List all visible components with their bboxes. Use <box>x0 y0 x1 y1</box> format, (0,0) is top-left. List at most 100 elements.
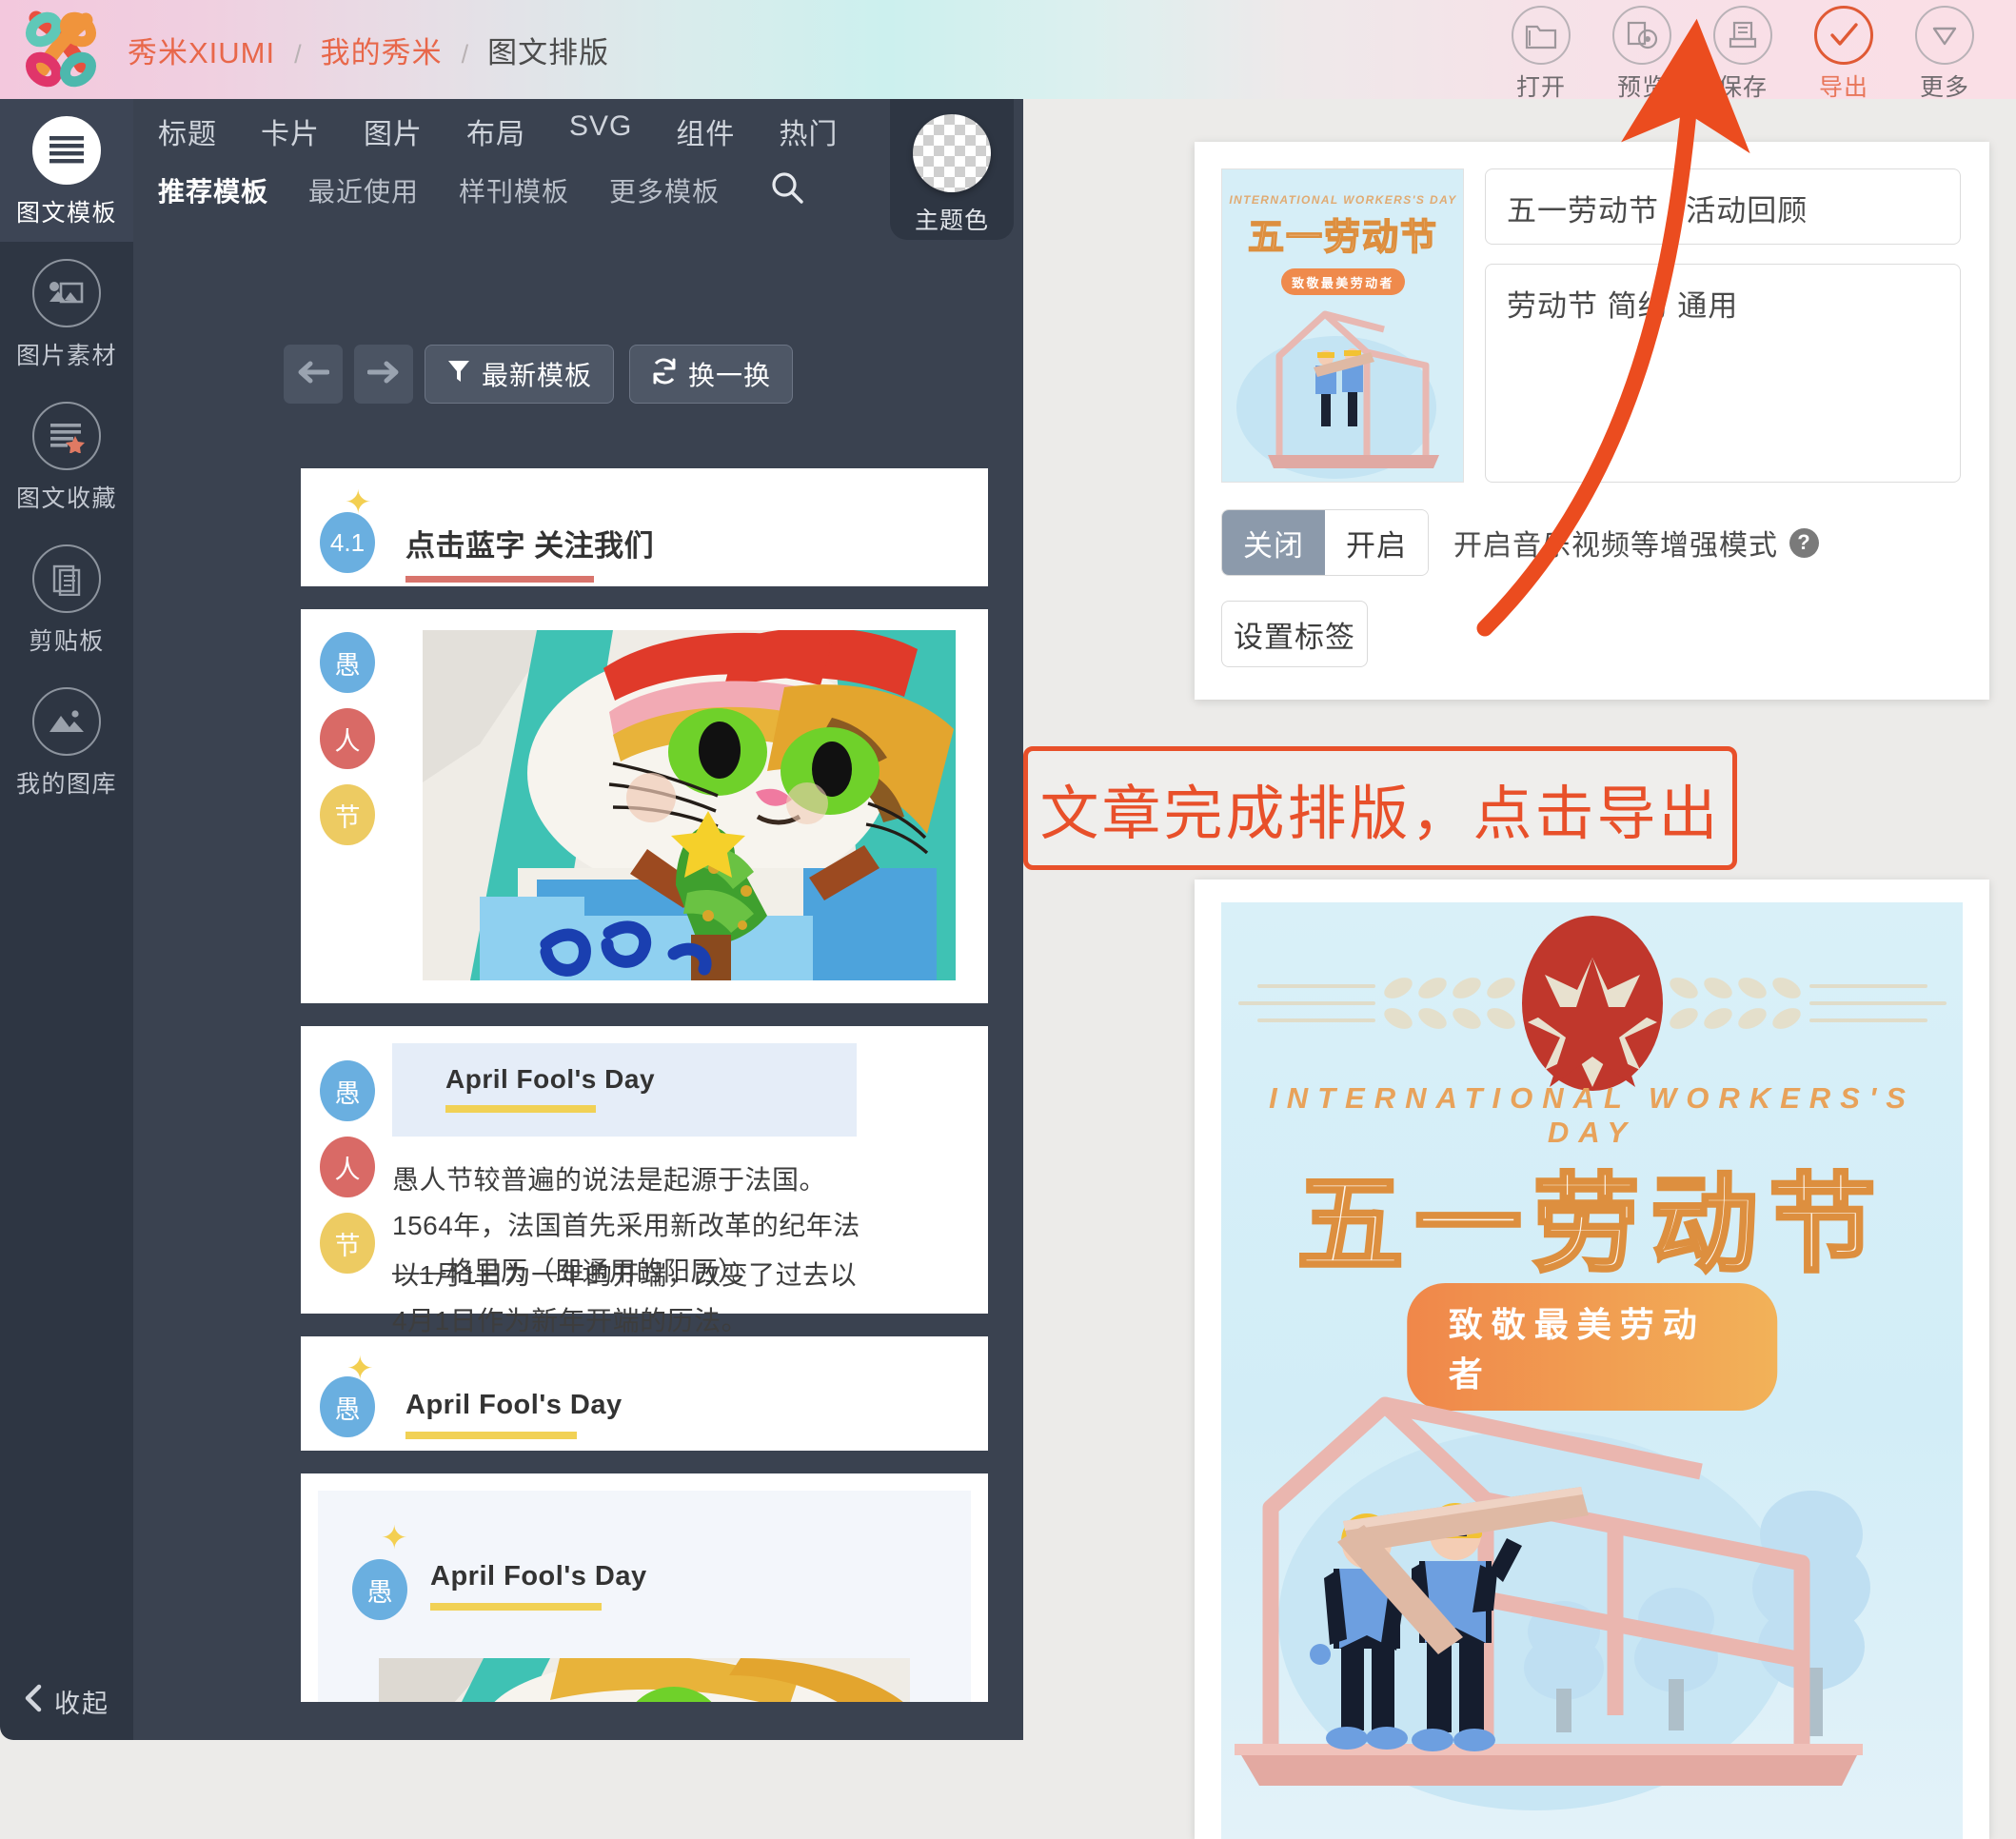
subtab-recent[interactable]: 最近使用 <box>308 171 419 209</box>
enhance-mode-toggle[interactable]: 关闭 开启 <box>1221 509 1429 576</box>
right-stage: INTERNATIONAL WORKERS'S DAY 五一劳动节 致敬最美劳动… <box>1023 99 2016 1839</box>
sidebar-item-images[interactable]: 图片素材 <box>0 242 133 385</box>
more-button[interactable]: 更多 <box>1906 4 1984 103</box>
sidebar-label-templates: 图文模板 <box>15 200 117 227</box>
article-title-input[interactable]: 五一劳动节 | 活动回顾 <box>1485 168 1961 245</box>
export-button[interactable]: 导出 <box>1805 4 1883 103</box>
tab-component[interactable]: 组件 <box>676 110 735 152</box>
annotation-box: 文章完成排版，点击导出 <box>1023 746 1737 870</box>
title-underline <box>405 1432 577 1439</box>
set-tag-button[interactable]: 设置标签 <box>1221 601 1368 667</box>
breadcrumb-separator: / <box>294 39 302 69</box>
sidebar-item-templates[interactable]: 图文模板 <box>0 99 133 242</box>
card-badge: 愚 <box>320 632 375 693</box>
subtab-sample[interactable]: 样刊模板 <box>459 171 569 209</box>
svg-text:INTERNATIONAL WORKERS'S DAY: INTERNATIONAL WORKERS'S DAY <box>1229 193 1456 207</box>
tab-image[interactable]: 图片 <box>364 110 423 152</box>
template-card[interactable]: 愚 人 节 <box>301 609 988 1003</box>
card-badge: 节 <box>320 1213 375 1274</box>
cat-painting-image <box>379 1658 910 1702</box>
sparkle-icon: ✦ <box>345 484 372 521</box>
question-mark-icon[interactable]: ? <box>1789 527 1819 558</box>
sidebar-label-clipboard: 剪贴板 <box>29 628 105 655</box>
article-thumbnail[interactable]: INTERNATIONAL WORKERS'S DAY 五一劳动节 致敬最美劳动… <box>1221 168 1464 483</box>
sparkle-icon: ✦ <box>346 1351 374 1387</box>
save-icon <box>1713 6 1772 65</box>
picture-icon <box>32 259 101 327</box>
article-tags-input[interactable]: 劳动节 简约 通用 <box>1485 264 1961 483</box>
template-card[interactable]: 愚 人 节 April Fool's Day 愚人节较普遍的说法是起源于法国。1… <box>301 1026 988 1335</box>
breadcrumb-separator: / <box>461 39 469 69</box>
article-fields: 五一劳动节 | 活动回顾 劳动节 简约 通用 <box>1485 168 1961 483</box>
chevron-left-icon <box>24 1684 43 1719</box>
panel-header: 标题 卡片 图片 布局 SVG 组件 热门 推荐模板 最近使用 样刊模板 更多模… <box>133 99 890 228</box>
preview-button[interactable]: 预览 <box>1603 4 1681 103</box>
sidebar-item-favorites[interactable]: 图文收藏 <box>0 385 133 527</box>
template-card[interactable]: ✦ 4.1 点击蓝字 关注我们 <box>301 468 988 586</box>
tab-layout[interactable]: 布局 <box>466 110 525 152</box>
sidebar-item-gallery[interactable]: 我的图库 <box>0 670 133 813</box>
cat-painting-image <box>423 630 956 980</box>
sidebar-item-clipboard[interactable]: 剪贴板 <box>0 527 133 670</box>
tab-hot[interactable]: 热门 <box>779 110 838 152</box>
two-workers-house-frame-illustration <box>1235 1396 1870 1810</box>
sidebar-label-gallery: 我的图库 <box>15 771 117 798</box>
open-label: 打开 <box>1515 74 1566 101</box>
red-star-wheat-emblem <box>1238 916 1947 1091</box>
tab-svg[interactable]: SVG <box>569 110 632 152</box>
funnel-icon <box>446 358 482 391</box>
more-label: 更多 <box>1919 74 1969 101</box>
search-icon[interactable] <box>769 169 805 210</box>
tab-title[interactable]: 标题 <box>158 110 217 152</box>
badge-column: 愚 人 节 <box>320 632 388 860</box>
template-card[interactable]: ✦ 愚 April Fool's Day <box>301 1336 988 1451</box>
app-header: 秀米XIUMI / 我的秀米 / 图文排版 打开 预览 保存 导出 更多 <box>0 0 2016 101</box>
article-settings-card: INTERNATIONAL WORKERS'S DAY 五一劳动节 致敬最美劳动… <box>1195 142 1989 700</box>
nav-back-button[interactable] <box>284 345 343 404</box>
card-title-block: April Fool's Day <box>392 1043 857 1137</box>
badge-column: 愚 人 节 <box>320 1060 388 1289</box>
lines-icon <box>32 116 101 185</box>
tab-card[interactable]: 卡片 <box>261 110 320 152</box>
card-paragraph: 以1月1日为一年的开端，改变了过去以4月1日作为新年开端的历法。 <box>392 1260 858 1336</box>
title-underline <box>430 1603 602 1611</box>
enhance-mode-row: 关闭 开启 开启音乐视频等增强模式 ? <box>1221 509 1961 576</box>
card-badge: 愚 <box>352 1559 407 1620</box>
shuffle-button[interactable]: 换一换 <box>629 345 794 404</box>
card-title: April Fool's Day <box>445 1064 656 1094</box>
breadcrumb-item-2[interactable]: 图文排版 <box>487 29 609 71</box>
xiumi-logo[interactable] <box>23 10 101 89</box>
top-toolbar: 打开 预览 保存 导出 更多 <box>1479 4 1984 103</box>
refresh-icon <box>651 358 688 391</box>
collapse-sidebar-button[interactable]: 收起 <box>0 1662 133 1740</box>
star-lines-icon <box>32 402 101 470</box>
toggle-off-option[interactable]: 关闭 <box>1222 510 1325 575</box>
subtab-recommended[interactable]: 推荐模板 <box>158 171 268 209</box>
svg-text:五一劳动节: 五一劳动节 <box>1248 216 1438 258</box>
card-badge: 人 <box>320 1137 375 1197</box>
nav-forward-button[interactable] <box>354 345 413 404</box>
save-label: 保存 <box>1717 74 1768 101</box>
collapse-label: 收起 <box>54 1689 109 1718</box>
chevron-down-icon <box>1915 6 1974 65</box>
poster-title-cn: 五一劳动节 <box>1295 1163 1888 1286</box>
template-card-list: ✦ 4.1 点击蓝字 关注我们 愚 人 节 愚 人 节 April Fool's… <box>301 468 988 1725</box>
save-button[interactable]: 保存 <box>1704 4 1782 103</box>
breadcrumb-item-0[interactable]: 秀米XIUMI <box>128 29 275 71</box>
card-badge: 节 <box>320 784 375 845</box>
export-label: 导出 <box>1818 74 1868 101</box>
title-underline <box>445 1105 596 1113</box>
toggle-on-option[interactable]: 开启 <box>1325 510 1428 575</box>
subtab-more[interactable]: 更多模板 <box>609 171 720 209</box>
open-button[interactable]: 打开 <box>1502 4 1580 103</box>
arrow-left-icon <box>297 360 330 389</box>
breadcrumb-item-1[interactable]: 我的秀米 <box>321 29 443 71</box>
poster-preview[interactable]: INTERNATIONAL WORKERS'S DAY 五一劳动节 致敬最美劳动… <box>1195 880 1989 1839</box>
latest-templates-button[interactable]: 最新模板 <box>425 345 615 404</box>
filter-bar: 最新模板 换一换 <box>284 345 808 404</box>
card-badge: 人 <box>320 708 375 769</box>
left-rail: 图文模板 图片素材 图文收藏 剪贴板 我的图库 收起 <box>0 99 133 1740</box>
template-card[interactable]: ✦ 愚 April Fool's Day <box>301 1473 988 1702</box>
card-title: April Fool's Day <box>405 1390 623 1420</box>
theme-color-button[interactable]: 主题色 <box>890 99 1014 240</box>
